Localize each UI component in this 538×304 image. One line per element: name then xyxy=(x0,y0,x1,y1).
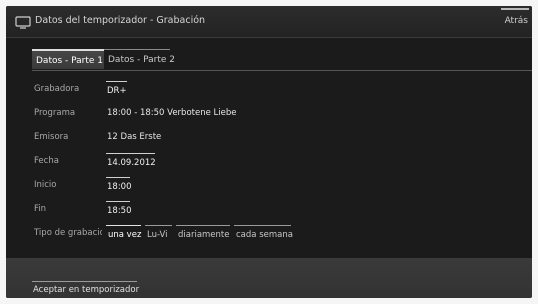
title-bar: Datos del temporizador - Grabación Atrás xyxy=(6,6,532,38)
recorder-row: Grabadora DR+ xyxy=(6,81,532,99)
timer-data-screen: Datos del temporizador - Grabación Atrás… xyxy=(6,6,532,298)
tab-data-part-1[interactable]: Datos - Parte 1 xyxy=(32,49,104,69)
back-button[interactable]: Atrás xyxy=(500,8,529,30)
start-time-field[interactable]: 18:00 xyxy=(106,177,132,195)
tv-icon xyxy=(15,16,31,29)
station-value: 12 Das Erste xyxy=(107,132,162,142)
start-label: Inicio xyxy=(34,180,57,190)
station-row: Emisora 12 Das Erste xyxy=(6,129,532,147)
program-label: Programa xyxy=(34,108,76,118)
tab-divider xyxy=(32,70,532,71)
end-label: Fin xyxy=(34,204,47,214)
date-field[interactable]: 14.09.2012 xyxy=(106,153,156,171)
end-row: Fin 18:50 xyxy=(6,201,532,219)
recorder-field[interactable]: DR+ xyxy=(106,81,127,99)
option-daily[interactable]: diariamente xyxy=(176,225,230,243)
date-label: Fecha xyxy=(34,156,59,166)
program-row: Programa 18:00 - 18:50 Verbotene Liebe xyxy=(6,105,532,123)
station-label: Emisora xyxy=(34,132,69,142)
option-mon-fri[interactable]: Lu-Vi xyxy=(145,225,172,243)
accept-timer-button[interactable]: Aceptar en temporizador xyxy=(32,281,139,298)
program-value: 18:00 - 18:50 Verbotene Liebe xyxy=(107,108,237,118)
option-once[interactable]: una vez xyxy=(106,225,141,243)
option-weekly[interactable]: cada semana xyxy=(234,225,293,243)
start-row: Inicio 18:00 xyxy=(6,177,532,195)
end-time-field[interactable]: 18:50 xyxy=(106,201,132,219)
recording-type-label: Tipo de grabación xyxy=(34,228,102,238)
date-row: Fecha 14.09.2012 xyxy=(6,153,532,171)
recording-type-row: Tipo de grabación una vez Lu-Vi diariame… xyxy=(6,225,532,243)
tab-data-part-2[interactable]: Datos - Parte 2 xyxy=(104,49,175,69)
page-title: Datos del temporizador - Grabación xyxy=(35,15,206,26)
recorder-label: Grabadora xyxy=(34,84,80,94)
